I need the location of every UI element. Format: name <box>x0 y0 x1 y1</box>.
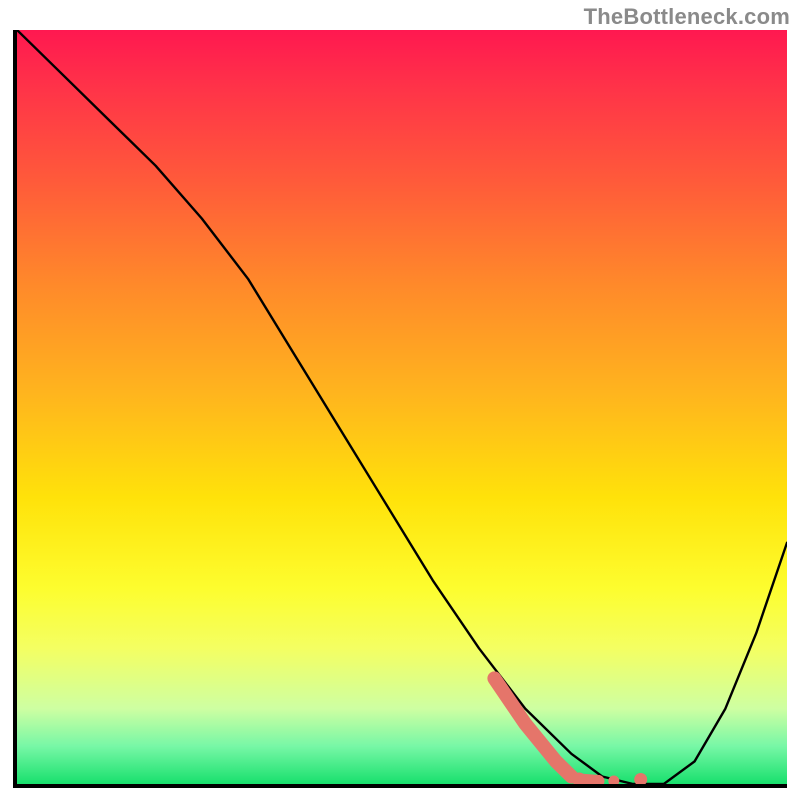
attribution-text: TheBottleneck.com <box>584 4 790 30</box>
marker-dot <box>634 773 647 784</box>
marker-dots-group <box>572 773 647 785</box>
marker-dot <box>608 776 619 785</box>
marker-segment <box>494 678 571 776</box>
chart-svg <box>17 30 787 784</box>
bottleneck-curve <box>17 30 787 784</box>
chart-container: TheBottleneck.com <box>0 0 800 800</box>
plot-area <box>13 30 787 788</box>
